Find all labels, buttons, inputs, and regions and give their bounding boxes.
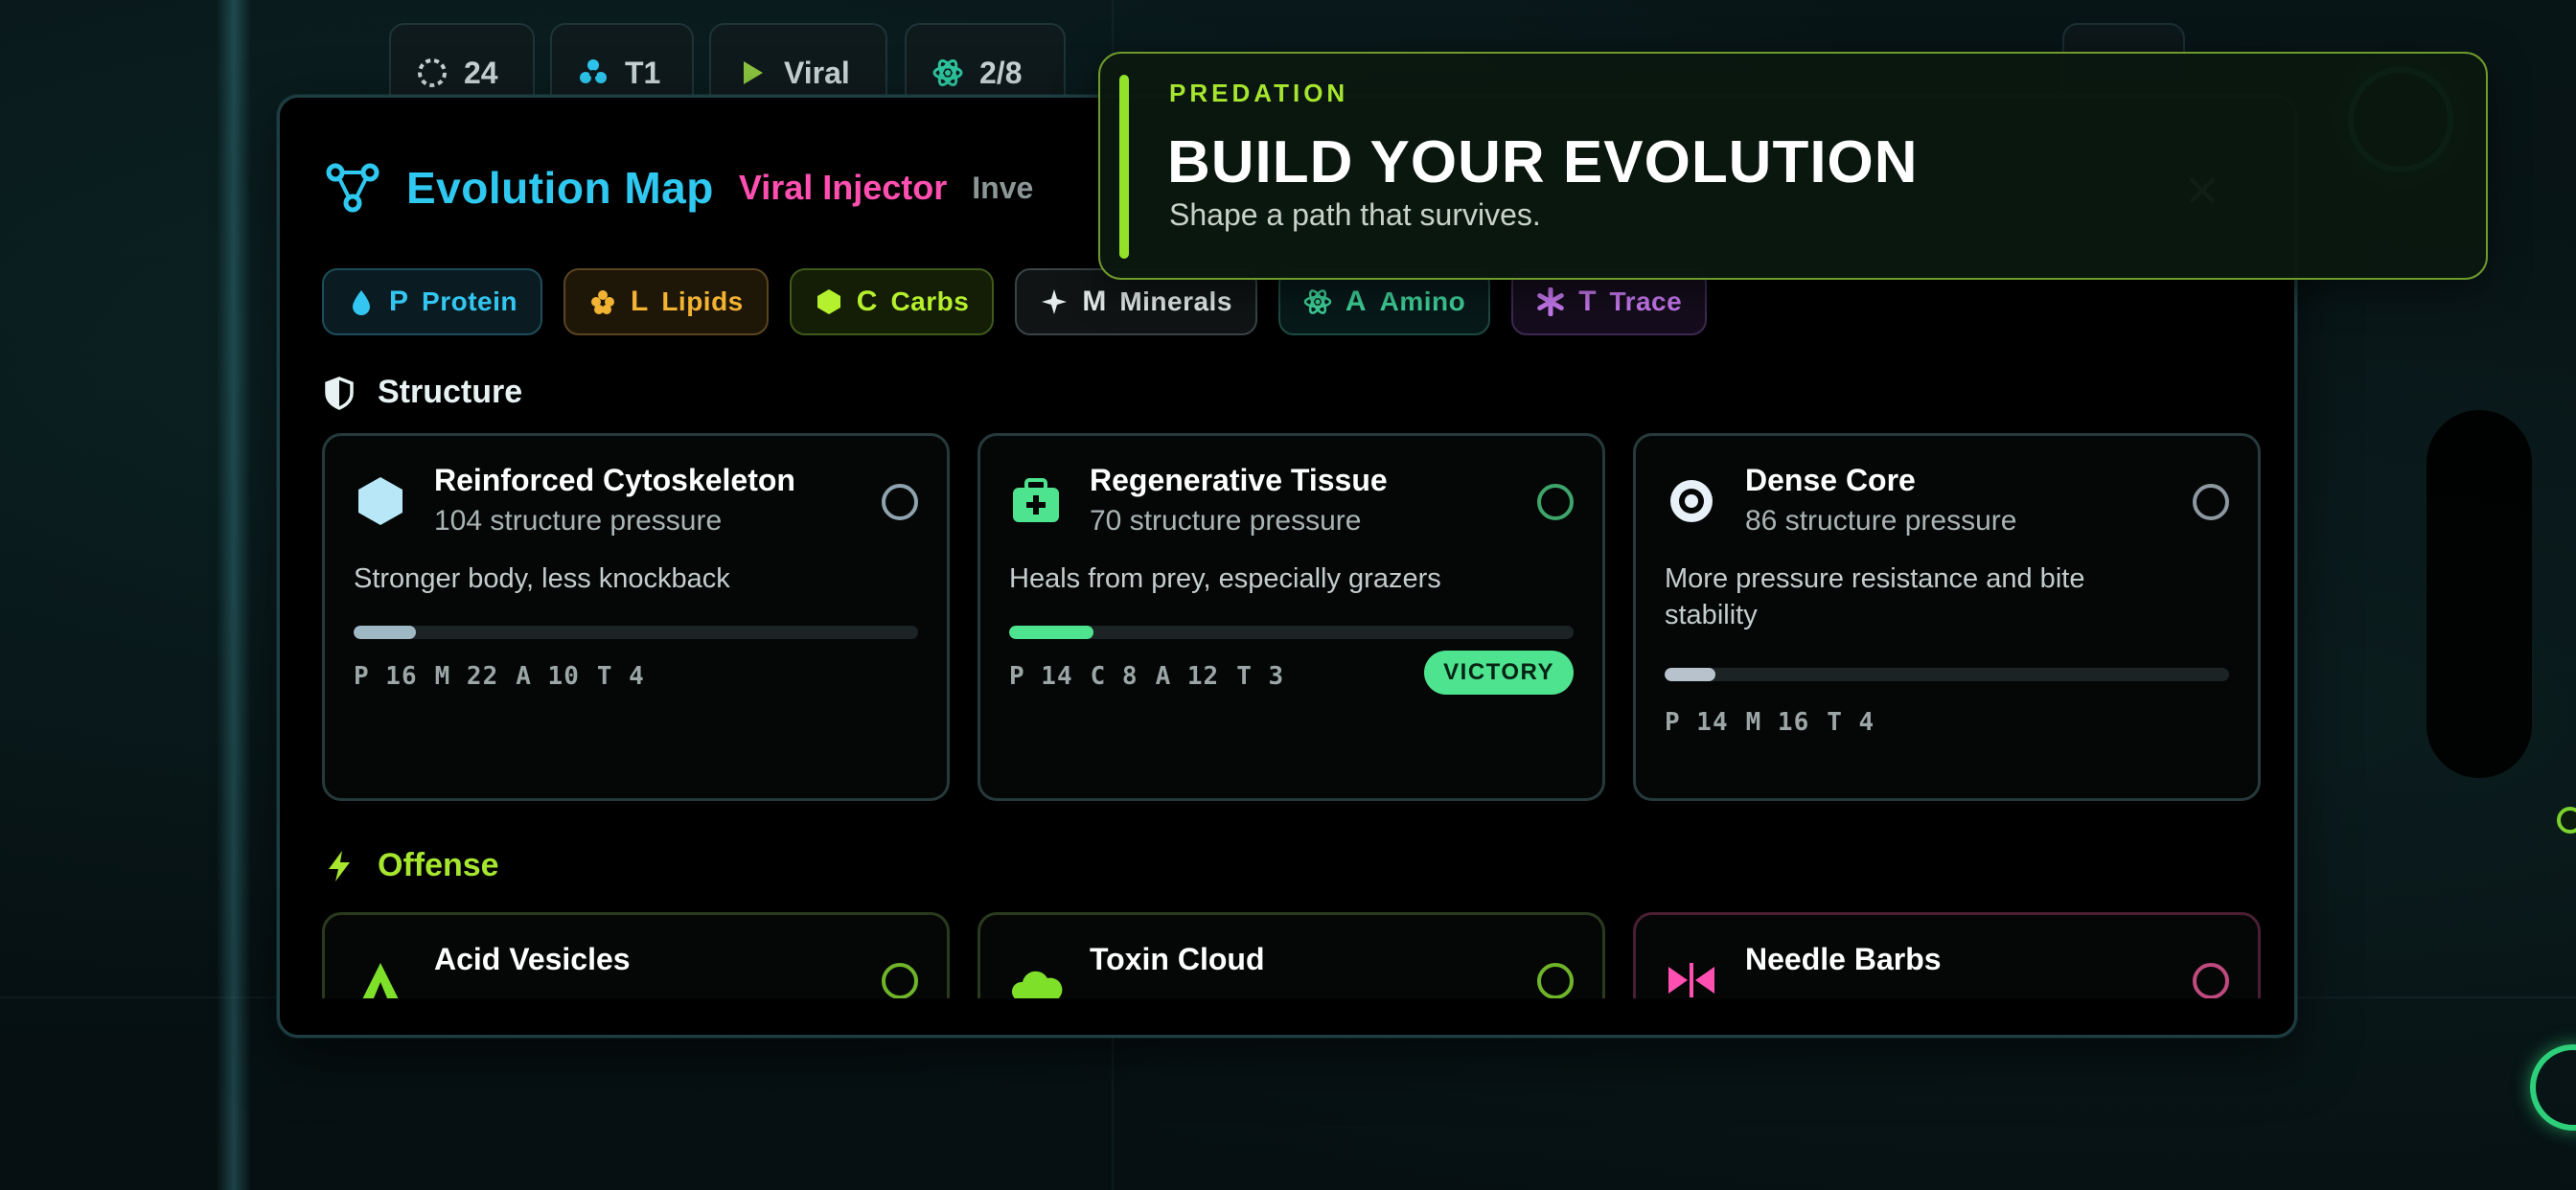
toast-subtitle: Shape a path that survives. (1169, 197, 1541, 232)
sparkle-icon (1042, 289, 1068, 314)
nutrient-letter: T (1578, 286, 1597, 317)
upgrade-costs: P 14 M 16 T 4 (1665, 708, 1874, 737)
hud-cells-value: 24 (464, 55, 498, 90)
upgrade-card[interactable]: Regenerative Tissue 70 structure pressur… (978, 433, 1605, 801)
upgrade-progress-bar (354, 626, 918, 639)
upgrade-progress-bar (1665, 668, 2229, 681)
shield-icon (325, 376, 354, 410)
upgrade-progress-fill (354, 626, 416, 639)
nutrient-chip-carbs[interactable]: C Carbs (789, 268, 995, 335)
upgrade-select-radio[interactable] (2193, 963, 2229, 999)
nutrient-letter: P (389, 286, 409, 317)
upgrade-card[interactable]: Dense Core 86 structure pressure More pr… (1633, 433, 2261, 801)
nutrient-letter: M (1082, 286, 1107, 317)
upgrade-progress-fill (1009, 626, 1094, 639)
nutrient-letter: L (630, 286, 649, 317)
upgrade-card[interactable]: Reinforced Cytoskeleton 104 structure pr… (322, 433, 950, 801)
nutrient-chip-protein[interactable]: P Protein (322, 268, 542, 335)
nutrient-letter: A (1345, 286, 1367, 317)
dashed-ring-icon (418, 58, 447, 87)
upgrade-costs: P 16 M 22 A 10 T 4 (354, 662, 645, 691)
section-offense-title: Offense (378, 847, 499, 883)
scroll-clip-mask (280, 998, 2294, 1035)
section-structure-header: Structure (322, 374, 522, 411)
nutrient-label: Amino (1379, 286, 1466, 316)
upgrade-progress-bar (1009, 626, 1574, 639)
cost-item: A 10 (516, 662, 580, 691)
toast-title: BUILD YOUR EVOLUTION (1167, 129, 1919, 195)
upgrade-name: Reinforced Cytoskeleton (434, 463, 795, 497)
nutrient-chip-lipids[interactable]: L Lipids (563, 268, 769, 335)
cost-item: T 4 (596, 662, 645, 691)
hud-progress-value: 2/8 (979, 55, 1023, 90)
nutrient-label: Lipids (661, 286, 744, 316)
upgrade-progress-fill (1665, 668, 1715, 681)
side-control-pill (2426, 410, 2532, 778)
upgrade-select-radio[interactable] (882, 963, 918, 999)
cost-item: C 8 (1090, 662, 1138, 691)
upgrade-costs: P 14 C 8 A 12 T 3 (1009, 662, 1284, 691)
upgrade-select-radio[interactable] (2193, 484, 2229, 520)
panel-extra-label: Inve (972, 170, 1034, 205)
edge-indicator-dot (2557, 807, 2576, 834)
nutrient-label: Carbs (890, 286, 970, 316)
medkit-icon (1013, 478, 1059, 522)
ghost-creature-ring (2530, 1044, 2576, 1131)
predation-toast: PREDATION BUILD YOUR EVOLUTION Shape a p… (1098, 52, 2488, 280)
upgrade-name: Needle Barbs (1745, 942, 1942, 976)
nutrient-label: Trace (1609, 286, 1683, 316)
play-icon (744, 61, 763, 84)
upgrade-select-radio[interactable] (1537, 484, 1574, 520)
hexagon-icon (816, 289, 840, 314)
hud-mode-value: Viral (784, 55, 850, 90)
upgrade-description: Stronger body, less knockback (354, 563, 730, 594)
cluster-icon (580, 59, 607, 83)
evolution-map-icon (326, 163, 380, 213)
upgrade-name: Regenerative Tissue (1090, 463, 1388, 497)
cost-item: A 12 (1155, 662, 1220, 691)
cost-item: P 14 (1665, 708, 1729, 737)
nutrient-label: Minerals (1119, 286, 1232, 316)
cost-item: P 14 (1009, 662, 1073, 691)
hud-tier-value: T1 (625, 55, 661, 90)
atom-icon (932, 59, 963, 86)
upgrade-pressure: 104 structure pressure (434, 505, 723, 537)
nutrient-letter: C (856, 286, 878, 317)
cost-item: P 16 (354, 662, 418, 691)
cost-item: M 22 (434, 662, 499, 691)
toast-tag: PREDATION (1169, 79, 1349, 107)
lipid-cluster-icon (590, 290, 614, 314)
section-offense-header: Offense (322, 847, 499, 884)
upgrade-select-radio[interactable] (882, 484, 918, 520)
target-core-icon (1670, 480, 1713, 522)
nutrient-label: Protein (422, 286, 518, 316)
upgrade-description: Heals from prey, especially grazers (1009, 563, 1441, 594)
upgrade-description: More pressure resistance and bite stabil… (1665, 563, 2085, 630)
drop-icon (353, 290, 370, 315)
upgrade-name: Dense Core (1745, 463, 1916, 497)
upgrade-name: Acid Vesicles (434, 942, 631, 976)
upgrade-name: Toxin Cloud (1090, 942, 1265, 976)
atom-icon (1303, 289, 1332, 314)
upgrade-select-radio[interactable] (1537, 963, 1574, 999)
section-structure-title: Structure (378, 374, 523, 410)
victory-badge: VICTORY (1424, 651, 1574, 695)
cost-item: T 4 (1827, 708, 1875, 737)
background-streak (217, 0, 251, 1190)
upgrade-pressure: 86 structure pressure (1745, 505, 2017, 537)
panel-subtitle: Viral Injector (738, 168, 948, 207)
cost-item: M 16 (1745, 708, 1810, 737)
asterisk-icon (1537, 287, 1565, 316)
panel-title: Evolution Map (406, 163, 714, 213)
hexagon-shield-icon (358, 477, 402, 525)
upgrade-pressure: 70 structure pressure (1090, 505, 1362, 537)
cost-item: T 3 (1236, 662, 1285, 691)
toast-accent-bar (1119, 75, 1129, 259)
lightning-icon (329, 850, 350, 881)
